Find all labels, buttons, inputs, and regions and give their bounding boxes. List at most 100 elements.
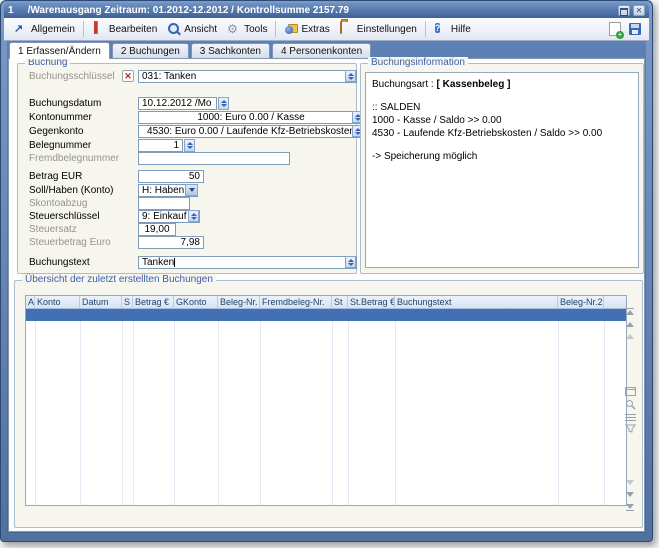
tab-sachkonten[interactable]: 3 Sachkonten	[191, 43, 270, 59]
saldo-line: 4530 - Laufende Kfz-Betriebskosten / Sal…	[372, 127, 632, 140]
page-up-icon[interactable]	[623, 334, 637, 339]
titlebar[interactable]: 1 /Warenausgang Zeitraum: 01.2012-12.201…	[4, 3, 649, 18]
menu-tools[interactable]: ⚙ Tools	[222, 20, 272, 38]
belegnummer-input[interactable]: 1	[138, 139, 183, 152]
spinner-icon[interactable]	[218, 97, 229, 110]
grid-line	[133, 309, 175, 505]
field-label: Belegnummer	[29, 140, 91, 151]
soll-haben-select[interactable]: H: Haben	[138, 184, 198, 197]
menu-allgemein[interactable]: ↗ Allgemein	[9, 20, 80, 38]
menu-hilfe[interactable]: ? Hilfe	[429, 20, 476, 38]
field-value: 19,00	[139, 224, 175, 235]
field-value: 10.12.2012 /Mo	[139, 98, 216, 109]
grid-line	[348, 309, 396, 505]
chevron-down-icon[interactable]	[185, 184, 198, 196]
steuerbetrag-euro-input[interactable]: 7,98	[138, 236, 204, 249]
window-title: /Warenausgang Zeitraum: 01.2012-12.2012 …	[28, 5, 615, 16]
search-icon[interactable]	[623, 399, 637, 410]
field-label: Buchungsdatum	[29, 98, 101, 109]
menu-ansicht[interactable]: Ansicht	[162, 20, 222, 38]
field-label: Buchungsschlüssel	[29, 71, 115, 82]
menu-einstellungen[interactable]: Einstellungen	[335, 20, 422, 38]
betrag-eur-input[interactable]: 50	[138, 170, 204, 183]
filter-icon[interactable]	[623, 424, 637, 433]
scroll-up-icon[interactable]	[623, 322, 637, 327]
clear-icon[interactable]: ✕	[122, 70, 134, 82]
records-icon[interactable]	[623, 413, 637, 422]
new-document-icon[interactable]	[608, 22, 622, 36]
column-header[interactable]: Buchungstext	[395, 296, 558, 309]
field-value: 50	[139, 171, 203, 182]
save-icon[interactable]	[628, 22, 642, 36]
field-value: 031: Tanken	[139, 71, 356, 82]
spinner-icon[interactable]	[345, 256, 356, 268]
spacer	[372, 91, 632, 101]
menu-label: Allgemein	[31, 24, 75, 35]
folder-ball-icon	[284, 22, 298, 36]
steuerschluessel-combo[interactable]: 9: Einkauf zu	[138, 210, 200, 223]
menu-label: Hilfe	[451, 24, 471, 35]
column-header[interactable]: A	[26, 296, 35, 309]
close-button[interactable]: ✕	[633, 5, 645, 16]
spinner-icon[interactable]	[345, 70, 356, 82]
column-header[interactable]: GKonto	[174, 296, 218, 309]
grid-line	[80, 309, 123, 505]
column-header[interactable]: Datum	[80, 296, 122, 309]
field-label: Steuerbetrag Euro	[29, 237, 111, 248]
grid-line	[35, 309, 81, 505]
tab-personenkonten[interactable]: 4 Personenkonten	[272, 43, 371, 59]
column-header[interactable]: Konto	[35, 296, 80, 309]
field-label: Gegenkonto	[29, 126, 84, 137]
kontonummer-combo[interactable]: 1000: Euro 0.00 / Kasse	[138, 111, 364, 124]
tab-buchungen[interactable]: 2 Buchungen	[112, 43, 189, 59]
steuersatz-input[interactable]: 19,00	[138, 223, 176, 236]
field-value: 1	[139, 140, 182, 151]
salden-header: :: SALDEN	[372, 101, 632, 114]
table-header-row: A Konto Datum S Betrag € GKonto Beleg-Nr…	[26, 296, 626, 309]
spinner-icon[interactable]	[184, 139, 195, 152]
field-label: Buchungstext	[29, 257, 90, 268]
form-icon[interactable]	[623, 387, 637, 396]
status-line: -> Speicherung möglich	[372, 150, 632, 163]
bookings-table: A Konto Datum S Betrag € GKonto Beleg-Nr…	[25, 295, 627, 506]
table-body[interactable]	[26, 309, 626, 505]
menu-extras[interactable]: Extras	[279, 20, 334, 38]
column-header[interactable]: Beleg-Nr.	[218, 296, 260, 309]
field-value: 1000: Euro 0.00 / Kasse	[139, 112, 363, 123]
buchungstext-input[interactable]: Tanken	[138, 256, 357, 269]
column-header[interactable]: St	[332, 296, 348, 309]
window-number: 1	[8, 5, 14, 16]
page-down-icon[interactable]	[623, 480, 637, 485]
buchung-group: Buchung Buchungsschlüssel ✕ 031: Tanken …	[17, 63, 357, 274]
gear-icon: ⚙	[227, 22, 241, 36]
spinner-icon[interactable]	[188, 210, 199, 222]
restore-button[interactable]	[618, 5, 630, 16]
buchungen-uebersicht-group: Übersicht der zuletzt erstellten Buchung…	[14, 280, 643, 528]
menu-bearbeiten[interactable]: Bearbeiten	[87, 20, 162, 38]
column-header[interactable]: S	[122, 296, 133, 309]
scroll-down-icon[interactable]	[623, 492, 637, 497]
field-label: Fremdbelegnummer	[29, 153, 119, 164]
grid-line	[218, 309, 261, 505]
group-title: Buchungsinformation	[368, 57, 468, 68]
selected-row[interactable]	[26, 309, 626, 321]
go-first-icon[interactable]	[623, 308, 637, 315]
column-header[interactable]: St.Betrag €	[348, 296, 395, 309]
field-label: Soll/Haben (Konto)	[29, 185, 114, 196]
column-header[interactable]: Beleg-Nr.2	[558, 296, 604, 309]
field-label: Skontoabzug	[29, 198, 87, 209]
tab-erfassen-aendern[interactable]: 1 Erfassen/Ändern	[9, 42, 110, 59]
column-header[interactable]: Fremdbeleg-Nr.	[260, 296, 332, 309]
buchungsschluessel-combo[interactable]: 031: Tanken	[138, 70, 357, 83]
field-label: Kontonummer	[29, 112, 92, 123]
grid-line	[332, 309, 349, 505]
skontoabzug-input[interactable]	[138, 197, 190, 210]
go-last-icon[interactable]	[623, 504, 637, 511]
fremdbelegnummer-input[interactable]	[138, 152, 290, 165]
gegenkonto-combo[interactable]: 4530: Euro 0.00 / Laufende Kfz-Betriebsk…	[138, 125, 364, 138]
column-header[interactable]: Betrag €	[133, 296, 174, 309]
separator	[275, 21, 276, 37]
screen: 1 /Warenausgang Zeitraum: 01.2012-12.201…	[0, 0, 659, 548]
buchungsdatum-input[interactable]: 10.12.2012 /Mo	[138, 97, 217, 110]
grid-line	[395, 309, 559, 505]
